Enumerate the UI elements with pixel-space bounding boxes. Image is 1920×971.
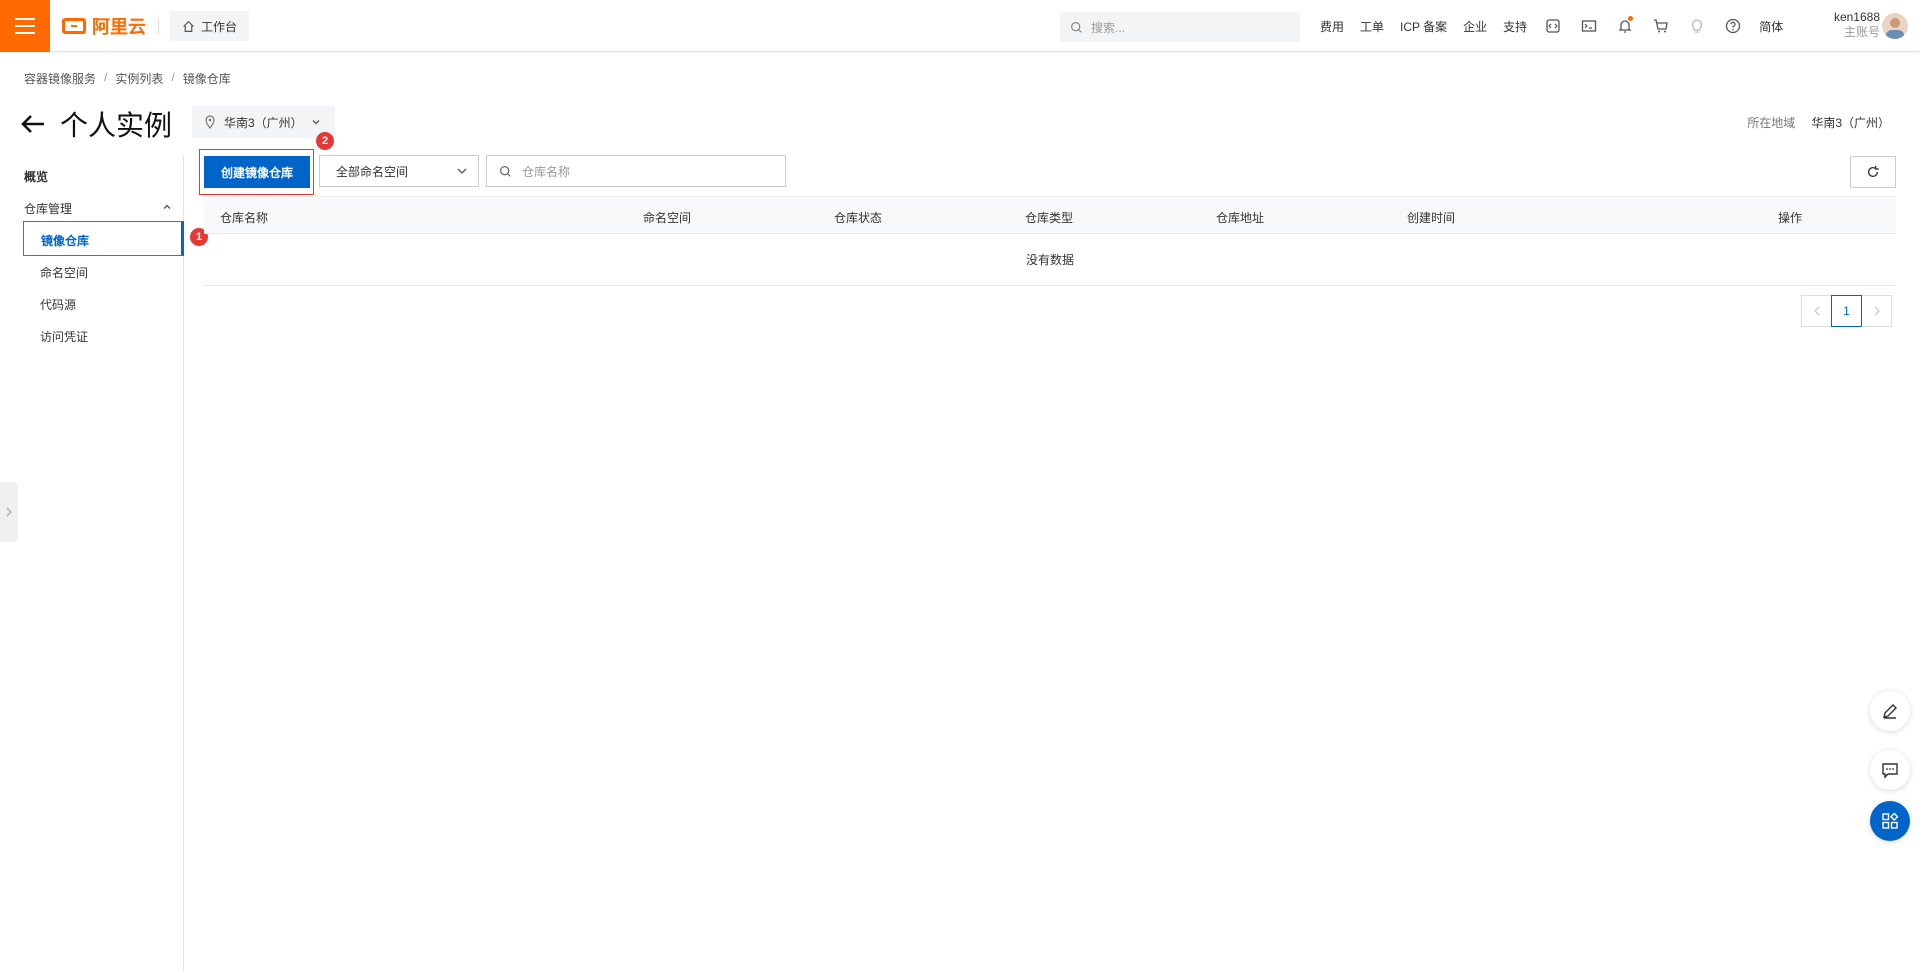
nav-fees[interactable]: 费用: [1320, 18, 1344, 35]
menu-button[interactable]: [0, 0, 50, 52]
top-bar: 阿里云 工作台 搜索... 费用 工单 ICP 备案 企业 支持 简体 ken1…: [0, 0, 1920, 52]
repo-search-placeholder: 仓库名称: [522, 164, 571, 179]
column-header: 仓库类型: [1025, 211, 1074, 225]
column-header: 命名空间: [643, 211, 692, 225]
nav-icp[interactable]: ICP 备案: [1400, 18, 1447, 35]
annotation-badge-2: 2: [316, 132, 334, 150]
pagination: 1: [1801, 295, 1892, 327]
namespace-select[interactable]: 全部命名空间: [319, 155, 479, 187]
sidebar: 概览 仓库管理 镜像仓库 命名空间 代码源 访问凭证: [0, 155, 184, 971]
table-header: 仓库名称 命名空间 仓库状态 仓库类型 仓库地址 创建时间 操作: [204, 196, 1896, 234]
page-number[interactable]: 1: [1831, 295, 1862, 327]
repo-search-input[interactable]: 仓库名称: [486, 155, 786, 187]
namespace-select-value: 全部命名空间: [336, 164, 409, 179]
chevron-down-icon: [312, 120, 320, 125]
chevron-right-icon: [6, 507, 12, 517]
chevron-left-icon: [1813, 306, 1819, 316]
prev-page-button[interactable]: [1801, 295, 1832, 327]
sidebar-group-repo-management[interactable]: 仓库管理: [24, 200, 172, 217]
workbench-label: 工作台: [201, 19, 238, 34]
region-value: 华南3（广州）: [1811, 116, 1890, 130]
breadcrumb: 容器镜像服务 / 实例列表 / 镜像仓库: [24, 70, 231, 87]
nav-support[interactable]: 支持: [1503, 18, 1527, 35]
sidebar-group-label: 仓库管理: [24, 202, 73, 216]
user-role: 主账号: [1843, 25, 1880, 39]
logo-mark-icon: [62, 18, 86, 34]
region-select[interactable]: 华南3（广州）: [192, 106, 335, 138]
column-header: 仓库状态: [834, 211, 883, 225]
terminal-icon[interactable]: [1579, 16, 1599, 36]
column-header: 创建时间: [1407, 211, 1456, 225]
table-empty-row: 没有数据: [204, 234, 1896, 286]
breadcrumb-item[interactable]: 容器镜像服务: [24, 70, 96, 87]
sidebar-item-code-source[interactable]: 代码源: [40, 296, 76, 313]
region-info: 所在地域 华南3（广州）: [1747, 114, 1890, 131]
page-title: 个人实例: [60, 110, 173, 141]
sidebar-item-overview[interactable]: 概览: [24, 168, 48, 185]
apps-button[interactable]: [1870, 801, 1910, 841]
home-icon: [183, 20, 194, 32]
lightbulb-icon[interactable]: [1687, 16, 1707, 36]
workbench-button[interactable]: 工作台: [170, 11, 250, 41]
avatar[interactable]: [1882, 13, 1908, 39]
column-header: 操作: [1778, 211, 1803, 225]
top-nav: 费用 工单 ICP 备案 企业 支持 简体: [1320, 0, 1783, 52]
next-page-button[interactable]: [1861, 295, 1892, 327]
edit-icon: [1883, 704, 1897, 719]
nav-enterprise[interactable]: 企业: [1463, 18, 1487, 35]
user-name: ken1688: [1833, 10, 1880, 24]
column-header: 仓库地址: [1216, 211, 1265, 225]
divider: [158, 18, 159, 34]
nav-tickets[interactable]: 工单: [1360, 18, 1384, 35]
sidebar-item-image-repo[interactable]: 镜像仓库: [23, 221, 184, 256]
edit-feedback-button[interactable]: [1870, 691, 1910, 731]
page-header: 个人实例: [20, 104, 172, 144]
language-switch[interactable]: 简体: [1759, 18, 1783, 35]
breadcrumb-item[interactable]: 实例列表: [115, 70, 163, 87]
search-icon: [1071, 21, 1082, 33]
search-icon: [500, 165, 511, 177]
chevron-up-icon: [163, 204, 171, 209]
bell-icon[interactable]: [1615, 16, 1635, 36]
sidebar-expand-handle[interactable]: [0, 482, 18, 542]
apps-icon: [1882, 812, 1899, 829]
search-placeholder: 搜索...: [1091, 20, 1126, 35]
chevron-down-icon: [457, 168, 467, 174]
column-header: 仓库名称: [220, 211, 269, 225]
breadcrumb-item: 镜像仓库: [182, 72, 231, 86]
refresh-button[interactable]: [1850, 156, 1896, 188]
create-repo-button[interactable]: 创建镜像仓库: [204, 156, 310, 188]
help-icon[interactable]: [1723, 16, 1743, 36]
region-select-value: 华南3（广州）: [224, 115, 303, 130]
repo-table: 仓库名称 命名空间 仓库状态 仓库类型 仓库地址 创建时间 操作 没有数据: [204, 196, 1896, 286]
empty-text: 没有数据: [1025, 253, 1074, 267]
sidebar-item-access-credential[interactable]: 访问凭证: [40, 328, 88, 345]
cart-icon[interactable]: [1651, 16, 1671, 36]
code-icon[interactable]: [1543, 16, 1563, 36]
location-pin-icon: [205, 115, 215, 129]
chat-button[interactable]: [1870, 750, 1910, 790]
back-arrow-icon[interactable]: [20, 112, 46, 136]
sidebar-item-namespace[interactable]: 命名空间: [40, 264, 88, 281]
chat-icon: [1882, 763, 1898, 779]
region-label: 所在地域: [1747, 116, 1796, 130]
user-menu[interactable]: ken1688 主账号: [1810, 10, 1880, 40]
global-search-input[interactable]: 搜索...: [1060, 12, 1300, 42]
create-button-highlight: 创建镜像仓库: [199, 149, 314, 195]
refresh-icon: [1867, 165, 1879, 178]
logo-text: 阿里云: [92, 17, 146, 37]
chevron-right-icon: [1874, 306, 1880, 316]
aliyun-logo[interactable]: 阿里云: [62, 14, 146, 38]
